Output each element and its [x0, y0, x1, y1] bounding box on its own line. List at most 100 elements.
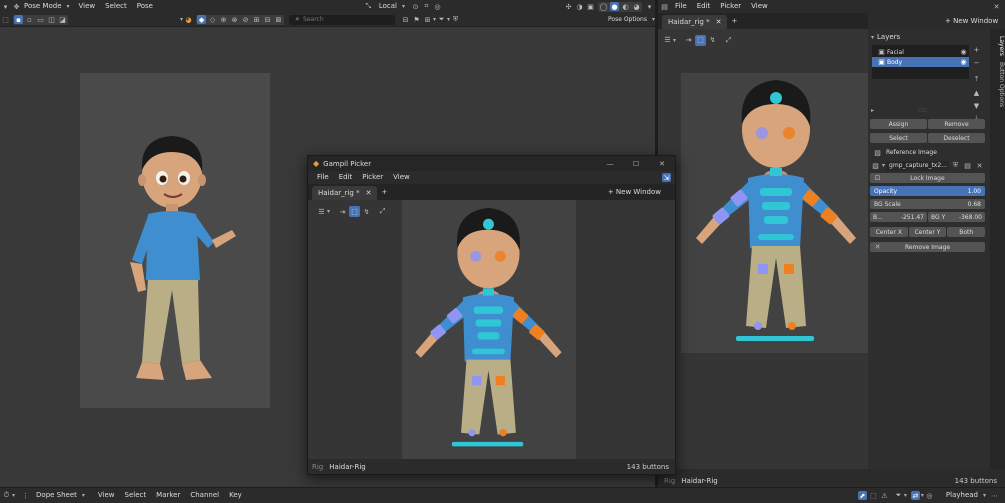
pin-icon[interactable]: ⇲ — [662, 173, 671, 182]
menu-key[interactable]: Key — [224, 489, 247, 502]
root-button[interactable] — [736, 336, 814, 341]
eye-icon[interactable]: ◉ — [959, 58, 968, 67]
select-button[interactable]: Select — [870, 133, 927, 143]
add-tab-button[interactable]: + — [381, 188, 387, 196]
tab-layers[interactable]: Layers — [990, 33, 1005, 59]
gizmo-icon[interactable]: ✣ — [564, 2, 573, 11]
select-subtract-icon[interactable]: ▭ — [36, 15, 45, 24]
shield-icon[interactable]: ⛨ — [951, 161, 960, 170]
playhead-select[interactable]: Playhead — [941, 489, 983, 502]
show-hidden-icon[interactable]: ⬚ — [869, 491, 878, 500]
spine-button[interactable] — [762, 202, 790, 210]
pose-tool-1-icon[interactable]: ◆ — [197, 15, 207, 24]
filter-icon[interactable]: ⊟ — [401, 15, 410, 24]
menu-marker[interactable]: Marker — [151, 489, 185, 502]
new-window-button[interactable]: + New Window — [945, 17, 998, 25]
rendered-shading-icon[interactable]: ◕ — [632, 2, 641, 11]
thigh-l-button[interactable] — [758, 264, 768, 274]
eye-r-button[interactable] — [783, 127, 795, 139]
bg-scale-field[interactable]: BG Scale 0.68 — [870, 199, 985, 209]
move-icon[interactable]: ⇥ — [338, 207, 347, 216]
assign-button[interactable]: Assign — [870, 119, 927, 129]
hips-button[interactable] — [472, 348, 505, 355]
root-button[interactable] — [451, 441, 524, 447]
add-icon[interactable]: + — [972, 45, 981, 54]
head-button[interactable] — [482, 218, 494, 230]
only-selected-icon[interactable]: ⬈ — [857, 491, 867, 500]
bg-y-field[interactable]: BG Y -368.00 — [928, 212, 985, 222]
reference-file-field[interactable]: gmp_capture_tx2... — [886, 160, 949, 171]
neck-button[interactable] — [770, 168, 782, 176]
layer-item-facial[interactable]: ▣ Facial ◉ — [872, 47, 969, 57]
foot-r-button[interactable] — [499, 429, 507, 437]
proportional-icon[interactable]: ◎ — [433, 2, 442, 11]
shield-icon[interactable]: ⛨ — [451, 15, 460, 24]
align-icon[interactable]: ☰ — [317, 207, 326, 216]
bg-x-field[interactable]: B... -251.47 — [870, 212, 927, 222]
thigh-r-button[interactable] — [495, 376, 505, 386]
foot-r-button[interactable] — [788, 322, 796, 330]
pose-tool-5-icon[interactable]: ⊘ — [241, 15, 250, 24]
menu-select[interactable]: Select — [120, 489, 152, 502]
foot-l-button[interactable] — [468, 429, 476, 437]
menu-file[interactable]: File — [670, 0, 692, 13]
editor-type-icon[interactable]: ⏱ — [2, 491, 11, 500]
close-icon[interactable]: ✕ — [975, 161, 984, 170]
move-up-icon[interactable]: ▲ — [972, 88, 981, 97]
lock-image-button[interactable]: ⊡ Lock Image — [870, 173, 985, 183]
menu-edit[interactable]: Edit — [692, 0, 716, 13]
select-box-icon[interactable]: ⬚ — [349, 206, 361, 217]
foot-l-button[interactable] — [754, 322, 762, 330]
waist-button[interactable] — [477, 332, 500, 340]
pose-options-dropdown[interactable]: Pose Options — [603, 13, 652, 26]
opacity-slider[interactable]: Opacity 1.00 — [870, 186, 985, 196]
transform-orientation-select[interactable]: Local — [374, 0, 402, 13]
character-model[interactable] — [120, 130, 250, 395]
overlay-icon[interactable]: ◑ — [575, 2, 584, 11]
remove-button[interactable]: Remove — [928, 119, 985, 129]
menu-picker[interactable]: Picker — [715, 0, 746, 13]
picker-rig[interactable] — [688, 78, 863, 346]
menu-view[interactable]: View — [746, 0, 773, 13]
add-tab-button[interactable]: + — [731, 17, 737, 25]
filter-funnel-icon[interactable]: ⏷ — [894, 491, 903, 500]
color-wheel-icon[interactable]: ◕ — [184, 15, 193, 24]
close-tab-icon[interactable]: ✕ — [366, 186, 372, 200]
transform-icon[interactable]: ⤢ — [378, 207, 387, 216]
eye-icon[interactable]: ◉ — [959, 48, 968, 57]
menu-pose[interactable]: Pose — [132, 0, 158, 13]
menu-file[interactable]: File — [312, 171, 334, 184]
hips-button[interactable] — [758, 234, 794, 240]
close-icon[interactable]: ✕ — [992, 2, 1001, 11]
chest-button[interactable] — [473, 306, 504, 314]
layer-item-body[interactable]: ▣ Body ◉ — [872, 57, 969, 67]
eye-r-button[interactable] — [494, 250, 506, 262]
menu-channel[interactable]: Channel — [185, 489, 224, 502]
editor-mode-select[interactable]: Dope Sheet — [31, 489, 82, 502]
center-y-button[interactable]: Center Y — [908, 227, 947, 237]
keyframe-icon[interactable]: ⊞ — [423, 15, 432, 24]
editor-type-icon[interactable]: ▾ — [1, 2, 10, 11]
menu-select[interactable]: Select — [100, 0, 132, 13]
menu-picker[interactable]: Picker — [357, 171, 388, 184]
deselect-button[interactable]: Deselect — [928, 133, 985, 143]
chest-button[interactable] — [760, 188, 792, 196]
remove-image-button[interactable]: ✕ Remove Image — [870, 242, 985, 252]
solid-shading-icon[interactable]: ● — [610, 2, 619, 11]
lasso-icon[interactable]: ↯ — [362, 207, 371, 216]
pose-tool-3-icon[interactable]: ⊕ — [219, 15, 228, 24]
mode-selector[interactable]: Pose Mode — [22, 0, 67, 13]
proportional-icon[interactable]: ◎ — [925, 491, 934, 500]
maximize-icon[interactable]: ☐ — [624, 159, 648, 168]
filter-funnel-icon[interactable]: ⏷ — [437, 15, 446, 24]
select-tool-icon[interactable]: ⬚ — [1, 15, 10, 24]
thigh-l-button[interactable] — [472, 376, 482, 386]
window-picker-rig[interactable] — [407, 206, 569, 451]
window-titlebar[interactable]: ◆ Gampil Picker — ☐ ✕ — [308, 156, 675, 171]
pose-tool-4-icon[interactable]: ⊗ — [230, 15, 239, 24]
move-top-icon[interactable]: ⤒ — [972, 75, 981, 84]
move-down-icon[interactable]: ▼ — [972, 101, 981, 110]
search-input[interactable]: Search — [303, 16, 324, 23]
image-browse-icon[interactable]: ▧ — [871, 161, 880, 170]
pose-tool-2-icon[interactable]: ◇ — [208, 15, 217, 24]
